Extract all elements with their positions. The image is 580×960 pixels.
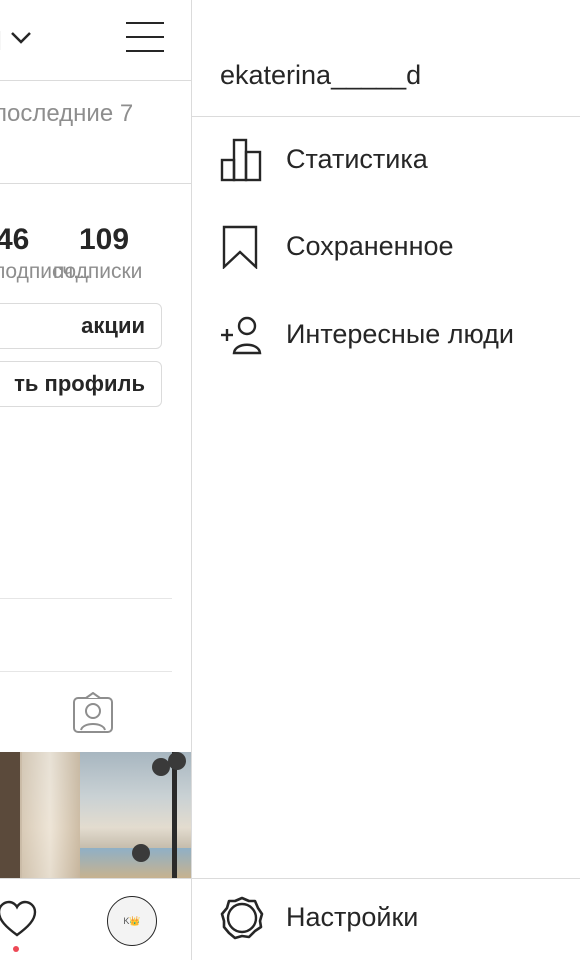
edit-profile-button[interactable]: ть профиль [0, 361, 162, 407]
profile-header: l [0, 0, 191, 81]
divider [0, 671, 172, 672]
divider [192, 878, 580, 879]
menu-item-label: Интересные люди [286, 319, 515, 349]
divider [0, 598, 172, 599]
menu-item-statistics[interactable]: Статистика [220, 138, 560, 184]
bar-chart-icon [220, 138, 262, 182]
menu-item-label: Сохраненное [286, 231, 454, 261]
menu-item-label: Настройки [286, 902, 419, 932]
menu-item-saved[interactable]: Сохраненное [220, 225, 560, 271]
menu-item-settings[interactable]: Настройки [220, 896, 560, 942]
divider [192, 116, 580, 117]
followers-count[interactable]: 46 [0, 223, 29, 257]
profile-subtitle: последние 7 [0, 100, 134, 127]
avatar[interactable]: K👑 [107, 896, 157, 946]
chevron-down-icon[interactable] [10, 30, 32, 46]
menu-item-discover-people[interactable]: Интересные люди [220, 313, 560, 359]
tagged-photos-icon[interactable] [72, 692, 114, 734]
following-label: подписки [53, 260, 143, 283]
menu-item-label: Статистика [286, 144, 428, 174]
side-drawer: ekaterina_____d Статистика Сохраненное И… [192, 0, 580, 960]
heart-icon[interactable] [0, 900, 38, 938]
gear-icon [220, 896, 264, 940]
post-thumbnail[interactable] [0, 752, 191, 878]
following-count[interactable]: 109 [79, 223, 129, 257]
bookmark-icon [222, 225, 258, 269]
profile-page-pane: l последние 7 46 подписч... 109 подписки… [0, 0, 191, 960]
drawer-username: ekaterina_____d [220, 60, 422, 90]
divider [0, 183, 191, 184]
profile-username-fragment[interactable]: l [0, 26, 2, 57]
menu-icon[interactable] [126, 22, 164, 54]
promotions-button[interactable]: акции [0, 303, 162, 349]
add-person-icon [221, 316, 262, 355]
notification-dot [13, 946, 19, 952]
